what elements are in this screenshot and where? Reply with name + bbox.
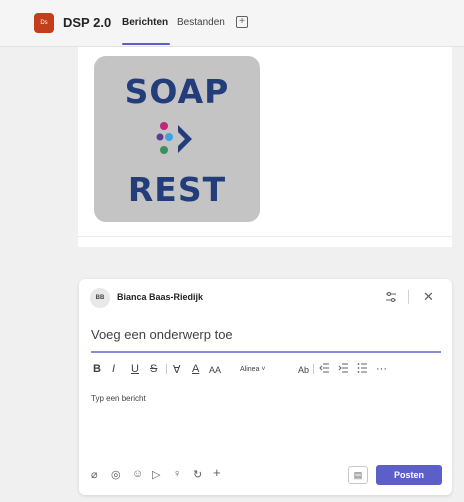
close-icon[interactable]: ✕ [423, 289, 434, 305]
active-tab-indicator [122, 43, 170, 45]
team-name[interactable]: DSP 2.0 [63, 15, 111, 30]
image-text-rest: REST [127, 170, 227, 209]
author-initials: BB [95, 295, 105, 301]
subject-underline [91, 351, 441, 353]
author-name: Bianca Baas-Riedijk [117, 292, 204, 302]
schedule-icon[interactable]: ↻ [193, 468, 202, 481]
toolbar-divider [313, 364, 314, 374]
team-avatar[interactable]: Ds [34, 13, 54, 33]
font-size-button[interactable]: AA [209, 365, 221, 375]
logo-mark-icon [156, 122, 192, 154]
image-text-soap: SOAP [124, 72, 230, 111]
loop-icon[interactable]: ◎ [111, 468, 121, 481]
strikethrough-button[interactable]: S [150, 363, 157, 375]
tab-bestanden[interactable]: Bestanden [177, 17, 225, 28]
subject-input[interactable]: Voeg een onderwerp toe [91, 327, 233, 342]
team-initials: Ds [40, 20, 48, 26]
toolbar-divider [166, 364, 167, 374]
gif-icon[interactable]: ▷ [152, 468, 160, 481]
post-button[interactable]: Posten [376, 465, 442, 485]
praise-icon[interactable]: ♀ [173, 468, 181, 480]
paragraph-dropdown[interactable]: Alinea ˅ [240, 366, 266, 373]
attach-icon[interactable]: ⌀ [91, 468, 98, 481]
emoji-icon[interactable]: ☺ [132, 468, 143, 480]
font-color-button[interactable]: A [192, 363, 199, 375]
bold-button[interactable]: B [93, 363, 101, 375]
soap-rest-image[interactable]: SOAP REST [94, 56, 260, 222]
outdent-icon[interactable] [319, 363, 330, 376]
author-avatar: BB [90, 288, 110, 308]
highlight-button[interactable]: ∀ [173, 363, 181, 376]
format-icon[interactable]: ▤ [348, 466, 368, 484]
tab-berichten[interactable]: Berichten [122, 17, 168, 28]
message-body-input[interactable]: Typ een bericht [91, 394, 146, 403]
indent-icon[interactable] [338, 363, 349, 376]
post-divider [78, 236, 452, 237]
bulleted-list-icon[interactable] [357, 363, 368, 376]
italic-button[interactable]: I [112, 363, 115, 375]
underline-button[interactable]: U [131, 363, 139, 375]
channel-header: Ds DSP 2.0 Berichten Bestanden + [0, 0, 464, 47]
more-options-button[interactable]: ··· [376, 363, 387, 375]
style-button[interactable]: Ab [298, 365, 309, 375]
options-sliders-icon[interactable] [385, 291, 397, 306]
message-composer: BB Bianca Baas-Riedijk ✕ Voeg een onderw… [79, 279, 452, 495]
add-app-icon[interactable]: + [213, 465, 221, 480]
add-tab-button[interactable]: + [236, 16, 248, 28]
header-divider [408, 290, 409, 304]
